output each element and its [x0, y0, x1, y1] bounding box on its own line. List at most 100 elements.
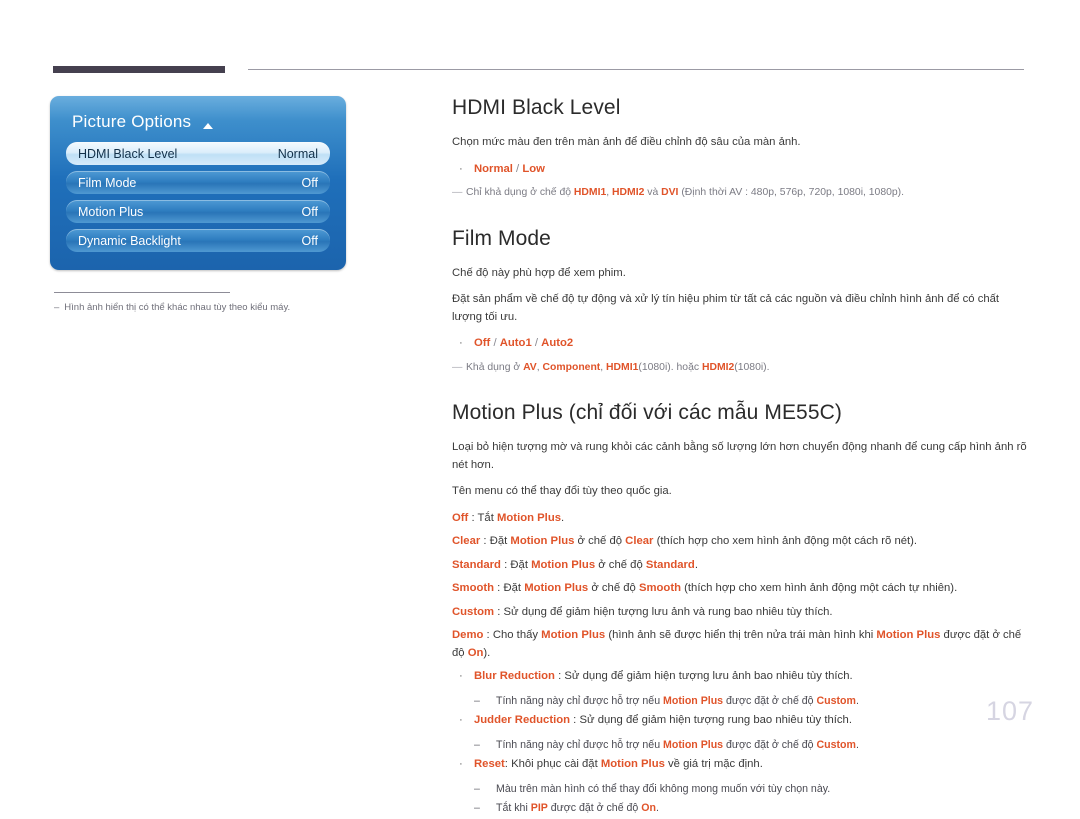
motion-plus-defline-demo: Demo : Cho thấy Motion Plus (hình ảnh sẽ… [452, 627, 1030, 662]
film-mode-options-text: Off / Auto1 / Auto2 [474, 335, 1030, 353]
keyword-motion-plus: Motion Plus [663, 738, 724, 751]
defline-t2: ở chế độ [595, 558, 646, 571]
keyword-av: AV [523, 361, 537, 373]
keyword-component: Component [542, 361, 601, 373]
defline-t2: (hình ảnh sẽ được hiển thị trên nửa trái… [605, 629, 877, 642]
keyword-on: On [641, 801, 656, 814]
footnote-mid3: . hoặc [670, 361, 702, 373]
subdash-pre: Tính năng này chỉ được hỗ trợ nếu [496, 738, 664, 751]
keyword-dvi: DVI [661, 187, 679, 198]
defline-key: Smooth [452, 582, 495, 595]
subdash-text: Màu trên màn hình có thể thay đổi không … [496, 782, 831, 795]
page-header-rules [0, 0, 1080, 90]
bullet-key: Blur Reduction [474, 670, 555, 683]
keyword-motion-plus: Motion Plus [663, 694, 724, 707]
defline-key: Standard [452, 558, 501, 571]
film-mode-footnote: — Khả dụng ở AV, Component, HDMI1(1080i)… [452, 360, 1030, 376]
footnote-dash-marker: — [452, 361, 462, 373]
bullet-key: Judder Reduction [474, 714, 571, 727]
keyword-smooth: Smooth [638, 582, 681, 595]
subdash-mid: được đặt ở chế độ [723, 694, 817, 707]
subdash-judder-reduction-note: – Tính năng này chỉ được hỗ trợ nếu Moti… [452, 737, 1030, 753]
option-auto2: Auto2 [541, 337, 574, 350]
defline-sep: : [468, 511, 478, 524]
keyword-motion-plus: Motion Plus [524, 582, 589, 595]
osd-row-film-mode[interactable]: Film Mode Off [66, 171, 330, 194]
subdash-pre: Tắt khi [496, 801, 531, 814]
motion-plus-defline-smooth: Smooth : Đặt Motion Plus ở chế độ Smooth… [452, 580, 1030, 598]
motion-plus-defline-custom: Custom : Sử dụng để giảm hiện tượng lưu … [452, 604, 1030, 622]
film-mode-options: · Off / Auto1 / Auto2 [452, 335, 1030, 353]
osd-row-label: Motion Plus [78, 204, 144, 219]
right-column: HDMI Black Level Chọn mức màu đen trên m… [452, 96, 1030, 819]
subdash-text: Tắt khi PIP được đặt ở chế độ On. [496, 800, 1030, 816]
section-title-film-mode: Film Mode [452, 226, 551, 250]
defline-sep: : [500, 558, 511, 571]
keyword-motion-plus: Motion Plus [497, 511, 562, 524]
bullet-reset-text: Reset: Khôi phục cài đặt Motion Plus về … [474, 756, 1030, 774]
left-column: Picture Options HDMI Black Level Normal … [50, 96, 362, 313]
keyword-custom: Custom [816, 694, 856, 707]
footnote-mid2: và [644, 187, 662, 198]
hdmi-black-level-options: · Normal / Low [452, 161, 1030, 179]
caret-up-icon [203, 123, 214, 129]
option-separator: / [512, 162, 523, 175]
header-thin-rule [248, 69, 1024, 70]
left-note-text: Hình ảnh hiển thị có thể khác nhau tùy t… [64, 302, 291, 313]
bullet-marker: · [459, 670, 463, 683]
defline-t3: . [694, 558, 698, 571]
bullet-reset: · Reset: Khôi phục cài đặt Motion Plus v… [452, 756, 1030, 774]
dash-marker: – [474, 738, 480, 751]
bullet-marker: · [459, 337, 463, 350]
dash-marker: – [474, 782, 480, 795]
defline-t1: Cho thấy [492, 629, 542, 642]
motion-plus-para1: Loại bỏ hiện tượng mờ và rung khỏi các c… [452, 441, 1027, 471]
option-off: Off [474, 337, 491, 350]
dash-marker: – [54, 302, 60, 313]
bullet-judder-reduction: · Judder Reduction : Sử dụng để giảm hiệ… [452, 712, 1030, 730]
film-mode-footnote-text: Khả dụng ở AV, Component, HDMI1(1080i). … [466, 360, 1030, 376]
film-mode-para1: Chế độ này phù hợp để xem phim. [452, 266, 626, 279]
footnote-dash-marker: — [452, 187, 462, 198]
motion-plus-defline-off: Off : Tắt Motion Plus. [452, 510, 1030, 528]
bullet-marker: · [459, 714, 463, 727]
defline-t4: ). [483, 646, 491, 659]
bullet-judder-reduction-text: Judder Reduction : Sử dụng để giảm hiện … [474, 712, 1030, 730]
keyword-clear: Clear [625, 535, 654, 548]
subdash-post: . [855, 738, 859, 751]
defline-key: Custom [452, 605, 495, 618]
osd-row-value: Off [301, 204, 318, 219]
osd-row-hdmi-black-level[interactable]: HDMI Black Level Normal [66, 142, 330, 165]
bullet-key: Reset [474, 758, 505, 771]
osd-row-motion-plus[interactable]: Motion Plus Off [66, 200, 330, 223]
subdash-pre: Tính năng này chỉ được hỗ trợ nếu [496, 694, 664, 707]
footnote-sub2: (1080i) [734, 361, 767, 373]
subdash-post: . [655, 801, 659, 814]
footnote-post: (Định thời AV : 480p, 576p, 720p, 1080i,… [678, 187, 905, 198]
defline-key: Off [452, 511, 469, 524]
keyword-custom: Custom [816, 738, 856, 751]
keyword-standard: Standard [645, 558, 695, 571]
defline-t2: ở chế độ [574, 535, 626, 548]
keyword-motion-plus: Motion Plus [600, 758, 665, 771]
option-separator-1: / [490, 337, 500, 350]
header-thick-rule [53, 66, 225, 73]
page-number: 107 [985, 696, 1034, 726]
osd-row-dynamic-backlight[interactable]: Dynamic Backlight Off [66, 229, 330, 252]
hdmi-black-level-intro: Chọn mức màu đen trên màn ảnh để điều ch… [452, 136, 801, 148]
defline-t1: Tắt [477, 511, 497, 524]
motion-plus-para2: Tên menu có thể thay đổi tùy theo quốc g… [452, 485, 672, 498]
defline-t3: (thích hợp cho xem hình ảnh động một các… [653, 535, 918, 548]
defline-t1: Đặt [489, 535, 511, 548]
defline-key: Demo [452, 629, 484, 642]
defline-t1: Đặt [510, 558, 532, 571]
dash-marker: – [474, 801, 480, 814]
left-note: – Hình ảnh hiển thị có thể khác nhau tùy… [54, 302, 362, 313]
keyword-motion-plus-2: Motion Plus [876, 629, 941, 642]
osd-row-value: Off [301, 233, 318, 248]
osd-row-value: Off [301, 175, 318, 190]
hdmi-black-level-footnote: — Chỉ khả dụng ở chế độ HDMI1, HDMI2 và … [452, 185, 1030, 201]
subdash-reset-note-2: – Tắt khi PIP được đặt ở chế độ On. [452, 800, 1030, 816]
subdash-blur-reduction-note: – Tính năng này chỉ được hỗ trợ nếu Moti… [452, 693, 1030, 709]
hdmi-black-level-footnote-text: Chỉ khả dụng ở chế độ HDMI1, HDMI2 và DV… [466, 185, 1030, 201]
